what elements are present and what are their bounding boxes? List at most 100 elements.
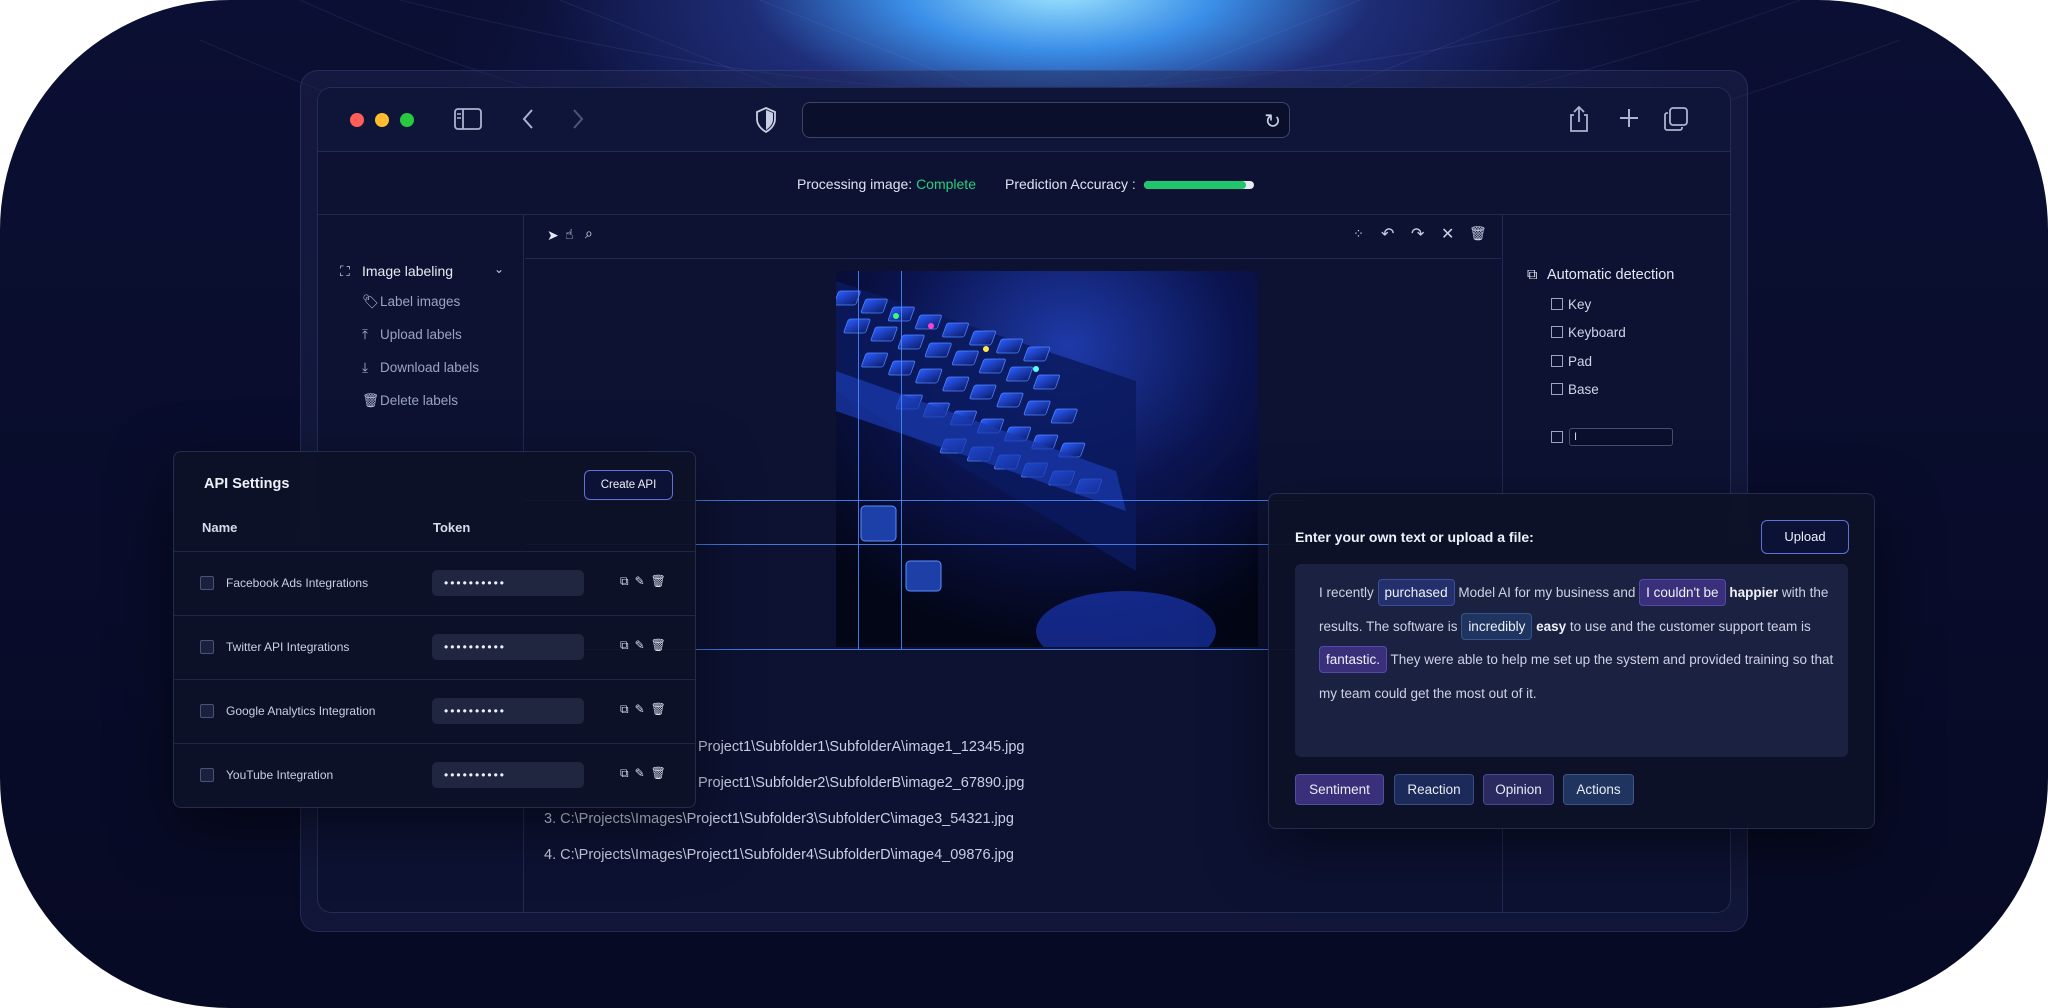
copy-icon[interactable]: ⧉ (620, 574, 635, 588)
box-icon (1551, 431, 1563, 443)
token-field[interactable]: •••••••••• (432, 570, 584, 596)
canvas-toolbar: ➤ ☝ ⌕ ⁘ ↶ ↷ ✕ 🗑 (525, 215, 1501, 259)
tabs-icon[interactable] (1664, 107, 1688, 136)
column-header-name: Name (202, 520, 238, 535)
detection-item-label: Base (1568, 382, 1599, 397)
box-icon (1551, 355, 1563, 367)
reload-icon[interactable]: ↻ (1264, 109, 1281, 134)
token-field[interactable]: •••••••••• (432, 762, 584, 788)
copy-icon[interactable]: ⧉ (620, 702, 635, 716)
sidebar-item-label-images[interactable]: 🏷Label images (362, 294, 460, 310)
tag-actions[interactable]: Actions (1563, 774, 1634, 805)
new-label-input[interactable]: I (1569, 428, 1673, 446)
edit-icon[interactable]: ✎ (635, 766, 651, 780)
processing-label: Processing image: (797, 176, 913, 192)
emphasized-word: happier (1729, 585, 1779, 600)
automatic-detection-heading[interactable]: ⧉ Automatic detection (1527, 267, 1674, 283)
sidebar-item-delete-labels[interactable]: 🗑Delete labels (362, 393, 458, 409)
box-icon (1551, 298, 1563, 310)
highlighted-phrase[interactable]: I couldn't be (1639, 579, 1726, 606)
box-icon (1551, 326, 1563, 338)
detection-item-label: Key (1568, 297, 1592, 312)
text-segment: I recently (1319, 585, 1378, 600)
text-input-area[interactable]: I recently purchased Model AI for my bus… (1295, 564, 1848, 757)
title-bar: ↻ (318, 88, 1730, 152)
share-icon[interactable] (1568, 105, 1590, 138)
sidebar-item-label: Delete labels (380, 393, 459, 408)
detection-item-label: Keyboard (1568, 325, 1626, 340)
text-segment: They were able to help me set up the sys… (1319, 652, 1834, 701)
tag-icon: 🏷 (362, 294, 380, 309)
file-path[interactable]: 3. C:\Projects\Images\Project1\Subfolder… (544, 811, 1014, 827)
text-input-heading: Enter your own text or upload a file: (1295, 529, 1534, 545)
upload-icon: ⤒ (362, 327, 368, 342)
sidebar-item-download-labels[interactable]: ⤓ Download labels (362, 360, 479, 376)
copy-icon[interactable]: ⧉ (620, 638, 635, 652)
zoom-icon[interactable]: ⌕ (585, 225, 593, 242)
close-icon[interactable]: ✕ (1441, 224, 1454, 244)
edit-icon[interactable]: ✎ (635, 638, 651, 652)
tag-reaction[interactable]: Reaction (1394, 774, 1474, 805)
edit-icon[interactable]: ✎ (635, 702, 651, 716)
trash-icon[interactable]: 🗑 (651, 638, 672, 652)
detection-item-keyboard[interactable]: Keyboard (1551, 325, 1626, 340)
forward-icon[interactable] (571, 108, 585, 135)
labeling-image[interactable] (836, 271, 1258, 647)
trash-icon[interactable]: 🗑 (651, 766, 672, 780)
highlighted-phrase[interactable]: purchased (1377, 579, 1455, 606)
shield-icon[interactable] (755, 107, 777, 138)
analyzed-text: I recently purchased Model AI for my bus… (1319, 576, 1839, 710)
highlighted-phrase[interactable]: incredibly (1461, 612, 1533, 640)
detection-item-pad[interactable]: Pad (1551, 354, 1592, 369)
new-tab-icon[interactable] (1618, 107, 1640, 134)
row-checkbox[interactable] (200, 576, 214, 590)
row-checkbox[interactable] (200, 640, 214, 654)
token-field[interactable]: •••••••••• (432, 698, 584, 724)
redo-icon[interactable]: ↷ (1411, 224, 1424, 244)
row-checkbox[interactable] (200, 768, 214, 782)
detection-item-base[interactable]: Base (1551, 382, 1599, 397)
integration-name: Twitter API Integrations (226, 640, 350, 654)
trash-icon[interactable]: 🗑 (651, 702, 672, 716)
create-api-button[interactable]: Create API (584, 470, 673, 500)
minimize-window-button[interactable] (375, 113, 389, 127)
sidebar-section-image-labeling[interactable]: ⛶ Image labeling ⌄ (340, 262, 504, 280)
detection-heading-label: Automatic detection (1547, 267, 1675, 283)
address-bar[interactable]: ↻ (802, 102, 1290, 138)
tag-sentiment[interactable]: Sentiment (1295, 774, 1384, 805)
download-icon: ⤓ (362, 360, 368, 375)
sidebar-item-upload-labels[interactable]: ⤒ Upload labels (362, 327, 462, 343)
accuracy-label: Prediction Accuracy : (1005, 176, 1136, 192)
text-segment: Model AI for my business and (1454, 585, 1640, 600)
keyboard-photo (836, 271, 1258, 647)
grid-icon[interactable]: ⁘ (1353, 226, 1364, 242)
tag-opinion[interactable]: Opinion (1483, 774, 1554, 805)
emphasized-word: easy (1536, 618, 1567, 634)
file-path[interactable]: Project1\Subfolder2\SubfolderB\image2_67… (698, 775, 1024, 791)
file-path[interactable]: Project1\Subfolder1\SubfolderA\image1_12… (698, 739, 1024, 755)
chevron-down-icon[interactable]: ⌄ (494, 262, 504, 276)
maximize-window-button[interactable] (400, 113, 414, 127)
pointer-icon[interactable]: ➤ (547, 227, 559, 244)
status-bar: Processing image: Complete Prediction Ac… (318, 152, 1730, 215)
edit-icon[interactable]: ✎ (635, 574, 651, 588)
file-path[interactable]: 4. C:\Projects\Images\Project1\Subfolder… (544, 847, 1014, 863)
trash-icon[interactable]: 🗑 (651, 574, 672, 588)
processing-value: Complete (916, 176, 976, 192)
accuracy-progress-bar (1144, 181, 1254, 189)
table-row: Facebook Ads Integrations •••••••••• ⧉✎🗑 (174, 551, 695, 615)
delete-icon[interactable]: 🗑 (1469, 225, 1487, 242)
sidebar-icon[interactable] (454, 108, 482, 135)
highlighted-phrase[interactable]: fantastic. (1319, 646, 1388, 673)
close-window-button[interactable] (350, 113, 364, 127)
undo-icon[interactable]: ↶ (1381, 224, 1394, 244)
layers-icon: ⧉ (1527, 267, 1538, 283)
token-field[interactable]: •••••••••• (432, 634, 584, 660)
upload-button[interactable]: Upload (1761, 520, 1849, 554)
back-icon[interactable] (521, 108, 535, 135)
hand-icon[interactable]: ☝ (565, 226, 574, 243)
detection-item-key[interactable]: Key (1551, 297, 1591, 312)
trash-icon: 🗑 (362, 393, 380, 408)
row-checkbox[interactable] (200, 704, 214, 718)
copy-icon[interactable]: ⧉ (620, 766, 635, 780)
